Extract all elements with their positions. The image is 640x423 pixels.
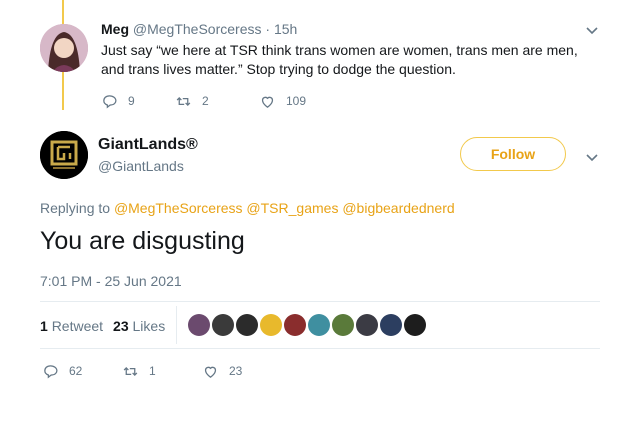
retweet-icon [123, 366, 138, 376]
display-name[interactable]: Meg [101, 21, 129, 37]
retweet-button[interactable]: 2 [175, 92, 209, 110]
liker-avatar[interactable] [380, 314, 402, 336]
liker-avatar[interactable] [356, 314, 378, 336]
like-count: 109 [286, 94, 307, 108]
liker-avatar[interactable] [332, 314, 354, 336]
reply-icon [44, 364, 58, 378]
tweet-text: You are disgusting [40, 227, 245, 255]
divider [40, 301, 600, 302]
retweet-count: 2 [202, 94, 209, 108]
replying-to: Replying to @MegTheSorceress @TSR_games … [40, 200, 455, 216]
retweet-button[interactable]: 1 [122, 362, 156, 380]
reply-count: 62 [69, 364, 83, 378]
follow-button[interactable]: Follow [460, 137, 566, 171]
liker-avatar[interactable] [188, 314, 210, 336]
liker-avatar[interactable] [308, 314, 330, 336]
separator: · [265, 21, 271, 37]
liker-avatar[interactable] [236, 314, 258, 336]
chevron-down-icon[interactable] [584, 149, 600, 165]
divider [40, 348, 600, 349]
reply-icon [103, 94, 117, 108]
like-button[interactable]: 23 [202, 362, 242, 380]
avatar[interactable] [40, 24, 88, 72]
giantlands-logo [40, 131, 88, 179]
retweet-icon [176, 96, 191, 106]
liker-avatar[interactable] [284, 314, 306, 336]
tweet-time[interactable]: 15h [274, 21, 297, 37]
user-handle[interactable]: @GiantLands [98, 158, 184, 174]
retweets-stat[interactable]: 1 Retweet [40, 318, 103, 334]
tweet-text: Just say “we here at TSR think trans wom… [101, 42, 578, 77]
replying-prefix: Replying to [40, 200, 111, 216]
stats-separator [176, 306, 177, 344]
mention-link[interactable]: @bigbeardednerd [342, 200, 454, 216]
display-name[interactable]: GiantLands® [98, 136, 198, 154]
chevron-down-icon[interactable] [584, 22, 600, 38]
likes-stat[interactable]: 23 Likes [113, 318, 165, 334]
heart-icon [261, 96, 274, 108]
retweet-count: 1 [149, 364, 156, 378]
like-count: 23 [229, 364, 243, 378]
liker-avatar[interactable] [404, 314, 426, 336]
mention-link[interactable]: @MegTheSorceress [114, 200, 243, 216]
reply-count: 9 [128, 94, 135, 108]
avatar[interactable] [40, 131, 88, 179]
tweet-header: Meg @MegTheSorceress · 15h [101, 21, 297, 37]
user-handle[interactable]: @MegTheSorceress [133, 21, 262, 37]
like-button[interactable]: 109 [259, 92, 306, 110]
reply-button[interactable]: 9 [101, 92, 135, 110]
liker-avatars [188, 314, 426, 336]
heart-icon [204, 366, 217, 378]
liker-avatar[interactable] [212, 314, 234, 336]
tweet-stats: 1 Retweet 23 Likes [40, 318, 165, 334]
liker-avatar[interactable] [260, 314, 282, 336]
mention-link[interactable]: @TSR_games [246, 200, 338, 216]
tweet-timestamp[interactable]: 7:01 PM - 25 Jun 2021 [40, 273, 182, 289]
reply-button[interactable]: 62 [42, 362, 82, 380]
parent-tweet[interactable]: Meg @MegTheSorceress · 15h Just say “we … [0, 0, 640, 118]
